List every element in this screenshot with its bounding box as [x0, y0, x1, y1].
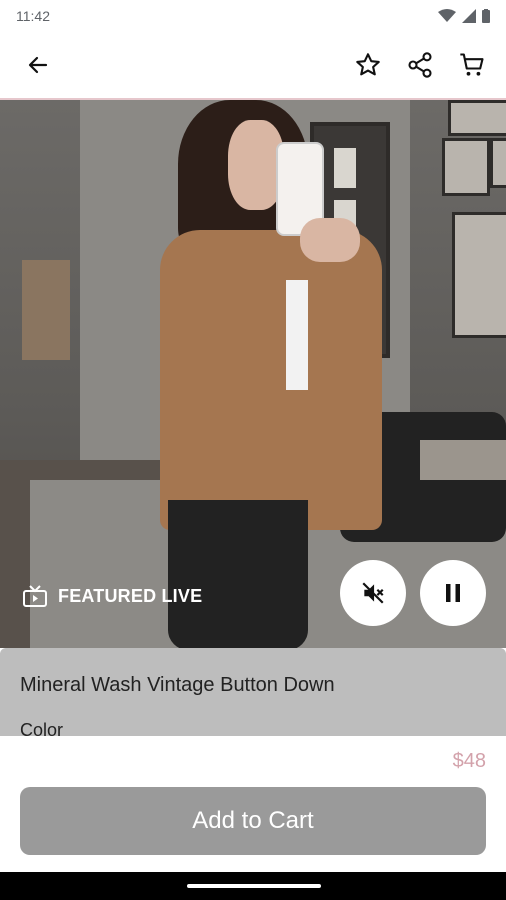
featured-live-badge: FEATURED LIVE — [22, 584, 202, 608]
product-title: Mineral Wash Vintage Button Down — [20, 674, 335, 696]
app-bar — [0, 32, 506, 98]
featured-live-label: FEATURED LIVE — [58, 585, 203, 606]
video-door-glass — [334, 148, 356, 188]
status-icons — [438, 9, 490, 23]
wifi-icon — [438, 9, 456, 22]
product-sheet[interactable]: Mineral Wash Vintage Button Down Color — [0, 648, 506, 738]
cart-button[interactable] — [452, 45, 492, 85]
pause-button[interactable] — [420, 560, 486, 626]
tv-icon — [23, 585, 47, 607]
video-side-table — [420, 440, 506, 480]
add-to-cart-button[interactable]: Add to Cart — [20, 787, 486, 855]
arrow-left-icon — [28, 56, 48, 74]
cart-icon — [460, 53, 484, 76]
live-video[interactable]: FEATURED LIVE — [0, 100, 506, 648]
video-person-jacket — [160, 230, 382, 530]
battery-icon — [482, 9, 490, 23]
favorite-button[interactable] — [348, 45, 388, 85]
status-bar: 11:42 — [0, 0, 506, 32]
video-person-shirt — [286, 280, 308, 390]
signal-icon — [462, 9, 476, 23]
back-button[interactable] — [18, 45, 58, 85]
star-outline-icon — [356, 53, 380, 76]
mute-button[interactable] — [340, 560, 406, 626]
app-bar-actions — [348, 45, 492, 85]
video-cabinet — [22, 260, 70, 360]
video-person-hand — [300, 218, 360, 262]
purchase-bar: $48 Add to Cart — [0, 736, 506, 872]
video-wall-frame — [442, 138, 490, 196]
system-navigation-bar — [0, 872, 506, 900]
pause-icon — [446, 584, 460, 602]
volume-off-icon — [362, 582, 384, 604]
video-wall-frame — [452, 212, 506, 338]
video-person-pants — [168, 500, 308, 648]
status-time: 11:42 — [16, 8, 50, 24]
share-icon — [408, 52, 432, 78]
home-gesture-pill[interactable] — [187, 884, 321, 888]
video-wall-frame — [448, 100, 506, 136]
product-price: $48 — [452, 750, 486, 772]
video-wall-frame — [490, 138, 506, 188]
share-button[interactable] — [400, 45, 440, 85]
